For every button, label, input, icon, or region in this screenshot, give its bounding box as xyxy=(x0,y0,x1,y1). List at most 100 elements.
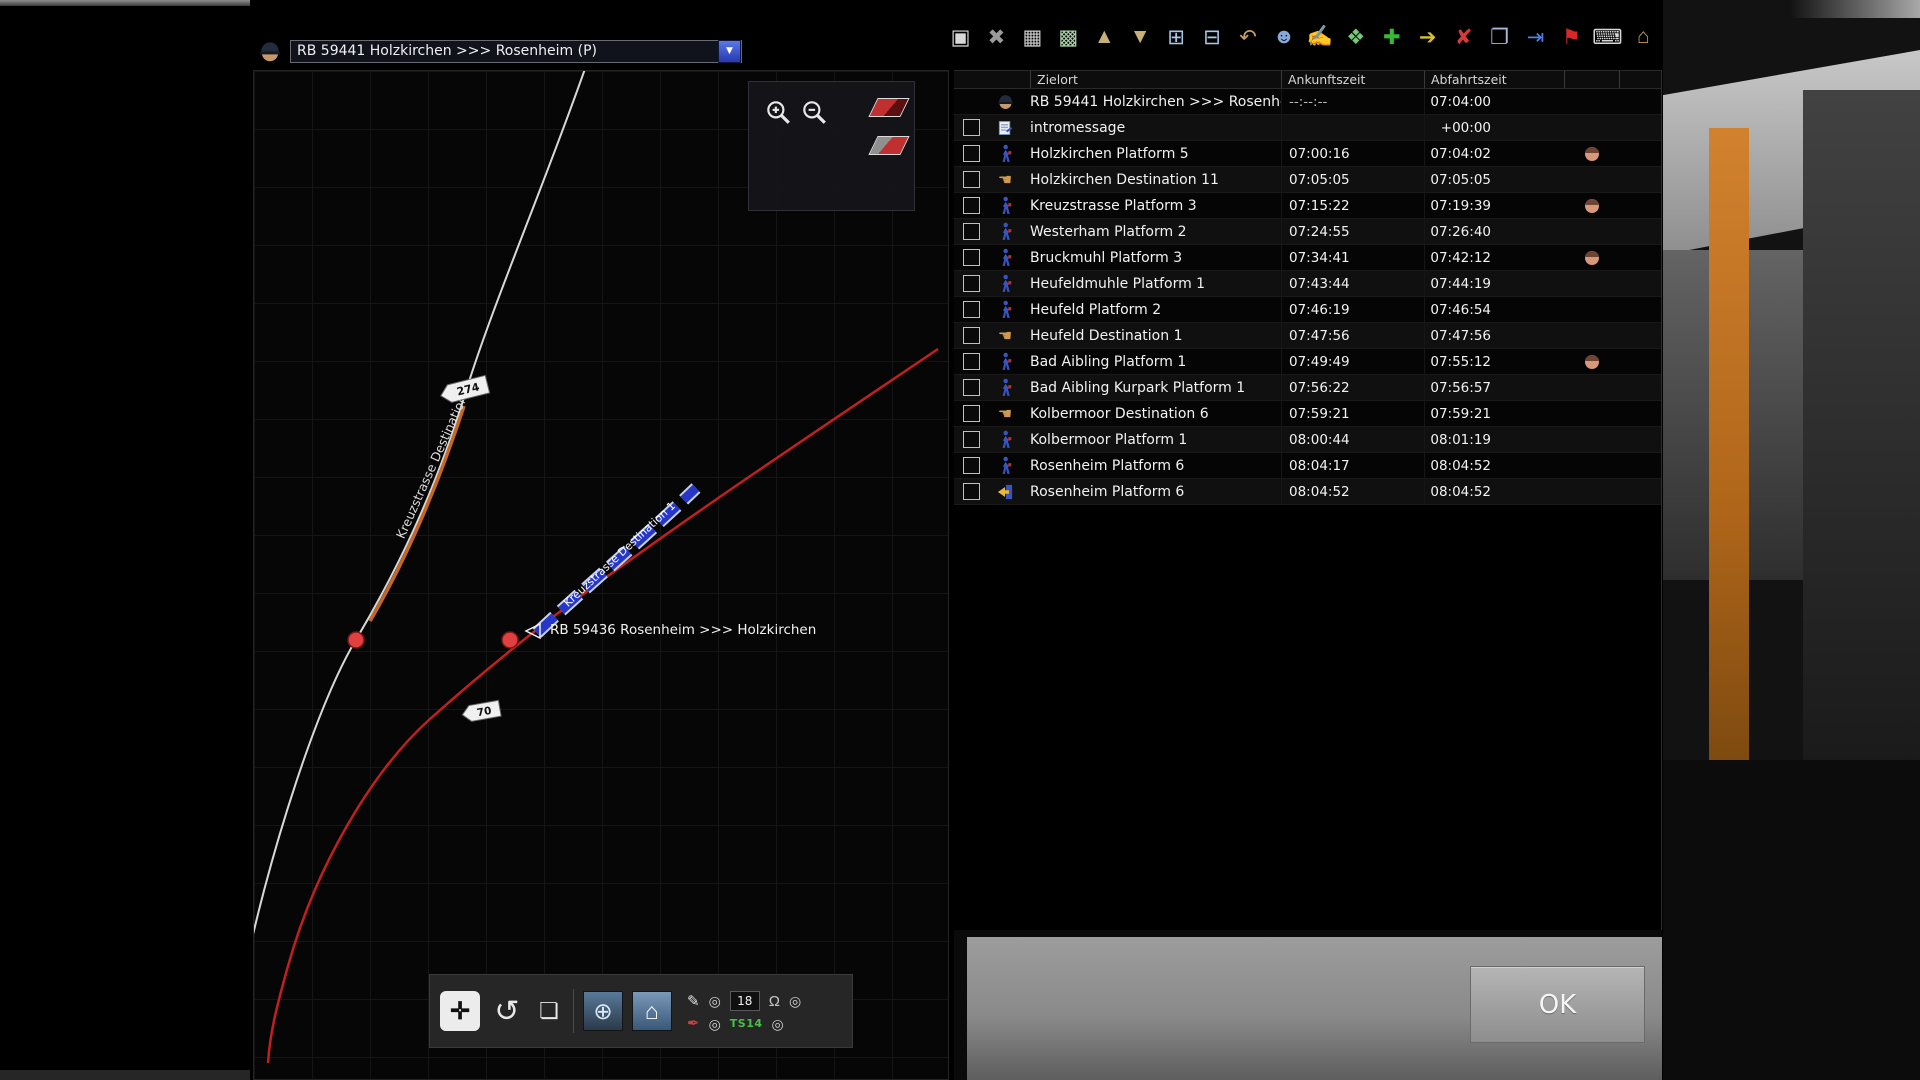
append-row-icon[interactable]: ⊟ xyxy=(1196,20,1229,54)
option-radio-icon[interactable]: ◎ xyxy=(772,1017,784,1031)
row-destination: Heufeld Destination 1 xyxy=(1030,323,1281,348)
row-checkbox[interactable] xyxy=(963,119,980,136)
link-tool-icon[interactable]: ❏ xyxy=(534,991,564,1031)
magnet-tool-icon[interactable]: Ω xyxy=(769,994,780,1009)
header-departure[interactable]: Abfahrtszeit xyxy=(1424,71,1564,88)
layer-red-icon[interactable] xyxy=(868,98,909,117)
track-line-red xyxy=(268,349,938,1063)
row-checkbox[interactable] xyxy=(963,223,980,240)
row-destination: RB 59441 Holzkirchen >>> Rosenhei xyxy=(1030,89,1281,114)
dropdown-arrow-icon[interactable]: ▼ xyxy=(718,40,741,63)
passenger-icon xyxy=(999,222,1012,241)
flag-icon[interactable]: ⚑ xyxy=(1555,20,1588,54)
row-checkbox[interactable] xyxy=(963,197,980,214)
timetable-row[interactable]: ☚ Holzkirchen Destination 11 07:05:05 07… xyxy=(954,167,1662,193)
row-arrival: 07:00:16 xyxy=(1281,141,1424,166)
depot-icon[interactable]: ⌂ xyxy=(1627,20,1660,54)
row-checkbox[interactable] xyxy=(963,483,980,500)
row-checkbox[interactable] xyxy=(963,457,980,474)
insert-row-icon[interactable]: ⊞ xyxy=(1160,20,1193,54)
zoom-out-icon[interactable] xyxy=(799,98,829,128)
timetable-row[interactable]: Westerham Platform 2 07:24:55 07:26:40 xyxy=(954,219,1662,245)
map-toolbar: ✛ ↺ ❏ ⊕ ⌂ ✎ ◎ 18 Ω ◎ ✒ ◎ TS14 ◎ xyxy=(429,974,853,1048)
keypad-icon[interactable]: ⌨ xyxy=(1591,20,1624,54)
train-selector-field[interactable]: RB 59441 Holzkirchen >>> Rosenheim (P) ▼ xyxy=(290,40,742,63)
svg-text:70: 70 xyxy=(476,705,492,719)
rotate-tool-icon[interactable]: ↺ xyxy=(489,991,525,1031)
row-checkbox[interactable] xyxy=(963,301,980,318)
pencil-tool-icon[interactable]: ✎ xyxy=(687,994,700,1009)
undo-icon[interactable]: ↶ xyxy=(1232,20,1265,54)
brush-tool-icon[interactable]: ✒ xyxy=(687,1016,700,1031)
grid-large-icon[interactable]: ▩ xyxy=(1052,20,1085,54)
delete-icon[interactable]: ✖ xyxy=(980,20,1013,54)
home-view-icon[interactable]: ⌂ xyxy=(632,991,672,1031)
row-destination: intromessage xyxy=(1030,115,1281,140)
row-checkbox[interactable] xyxy=(963,431,980,448)
row-checkbox[interactable] xyxy=(963,171,980,188)
speed-sign-lower[interactable]: 70 xyxy=(461,700,501,722)
row-departure: 07:47:56 xyxy=(1424,323,1564,348)
copy-schedule-icon[interactable]: ❐ xyxy=(1483,20,1516,54)
staff-icon[interactable]: ☻ xyxy=(1267,20,1300,54)
option-radio-icon[interactable]: ◎ xyxy=(709,1017,721,1031)
grid-small-icon[interactable]: ▦ xyxy=(1016,20,1049,54)
copy-schedule-glyph: ❐ xyxy=(1490,25,1509,50)
move-down-icon[interactable]: ▼ xyxy=(1124,20,1157,54)
timetable-row[interactable]: Heufeld Platform 2 07:46:19 07:46:54 xyxy=(954,297,1662,323)
timetable-row[interactable]: Bad Aibling Platform 1 07:49:49 07:55:12 xyxy=(954,349,1662,375)
header-arrival[interactable]: Ankunftszeit xyxy=(1281,71,1424,88)
option-radio-icon[interactable]: ◎ xyxy=(789,994,801,1008)
world-view-icon[interactable]: ⊕ xyxy=(583,991,623,1031)
destination-icon: ☚ xyxy=(998,328,1012,344)
contract-icon[interactable]: ✍ xyxy=(1303,20,1336,54)
passenger-icon xyxy=(999,300,1012,319)
timetable-row[interactable]: Holzkirchen Platform 5 07:00:16 07:04:02 xyxy=(954,141,1662,167)
timetable-row[interactable]: Kreuzstrasse Platform 3 07:15:22 07:19:3… xyxy=(954,193,1662,219)
station-dot[interactable] xyxy=(502,632,518,648)
row-departure: +00:00 xyxy=(1424,115,1564,140)
row-checkbox[interactable] xyxy=(963,145,980,162)
dialog-footer: OK xyxy=(954,930,1662,1080)
timetable-row[interactable]: Kolbermoor Platform 1 08:00:44 08:01:19 xyxy=(954,427,1662,453)
timetable-row[interactable]: Heufeldmuhle Platform 1 07:43:44 07:44:1… xyxy=(954,271,1662,297)
row-departure: 08:04:52 xyxy=(1424,479,1564,504)
background-3d-scene xyxy=(1663,0,1920,1080)
move-up-glyph: ▲ xyxy=(1094,25,1115,49)
move-down-glyph: ▼ xyxy=(1130,25,1151,49)
timetable-row[interactable]: Bruckmuhl Platform 3 07:34:41 07:42:12 xyxy=(954,245,1662,271)
option-radio-icon[interactable]: ◎ xyxy=(709,994,721,1008)
timetable-row[interactable]: Rosenheim Platform 6 08:04:17 08:04:52 xyxy=(954,453,1662,479)
move-tool-icon[interactable]: ✛ xyxy=(440,991,480,1031)
timetable-row[interactable]: Rosenheim Platform 6 08:04:52 08:04:52 xyxy=(954,479,1662,505)
timetable-row[interactable]: intromessage +00:00 xyxy=(954,115,1662,141)
row-checkbox[interactable] xyxy=(963,327,980,344)
add-train-icon[interactable]: ✚ xyxy=(1375,20,1408,54)
staff-glyph: ☻ xyxy=(1273,25,1295,49)
ok-button[interactable]: OK xyxy=(1470,966,1645,1043)
row-checkbox[interactable] xyxy=(963,249,980,266)
row-checkbox[interactable] xyxy=(963,379,980,396)
timetable-row[interactable]: ☚ Kolbermoor Destination 6 07:59:21 07:5… xyxy=(954,401,1662,427)
timetable-row[interactable]: Bad Aibling Kurpark Platform 1 07:56:22 … xyxy=(954,375,1662,401)
timetable-title-row[interactable]: RB 59441 Holzkirchen >>> Rosenhei --:--:… xyxy=(954,89,1662,115)
face-icon xyxy=(1585,251,1599,265)
insert-train-icon[interactable]: ➔ xyxy=(1411,20,1444,54)
move-up-icon[interactable]: ▲ xyxy=(1088,20,1121,54)
map-canvas[interactable]: Kreuzstrasse Destination 1 Kreuzstrasse … xyxy=(254,71,949,1080)
station-dot[interactable] xyxy=(348,632,364,648)
row-checkbox[interactable] xyxy=(963,353,980,370)
face-icon xyxy=(1585,355,1599,369)
save-icon[interactable]: ▣ xyxy=(944,20,977,54)
modules-icon[interactable]: ❖ xyxy=(1339,20,1372,54)
map-panel: Kreuzstrasse Destination 1 Kreuzstrasse … xyxy=(253,70,949,1080)
remove-train-icon[interactable]: ✘ xyxy=(1447,20,1480,54)
zoom-in-icon[interactable] xyxy=(763,98,793,128)
header-destination[interactable]: Zielort xyxy=(1030,71,1281,88)
timetable-row[interactable]: ☚ Heufeld Destination 1 07:47:56 07:47:5… xyxy=(954,323,1662,349)
row-checkbox[interactable] xyxy=(963,405,980,422)
row-checkbox[interactable] xyxy=(963,275,980,292)
exit-route-icon[interactable]: ⇥ xyxy=(1519,20,1552,54)
zoom-level-value[interactable]: 18 xyxy=(730,991,760,1011)
layer-mix-icon[interactable] xyxy=(868,136,909,155)
